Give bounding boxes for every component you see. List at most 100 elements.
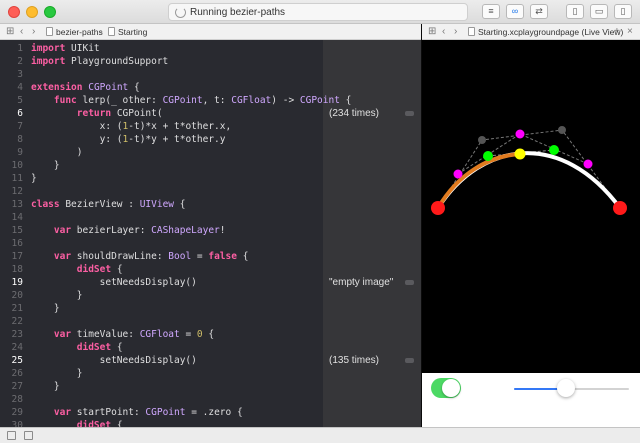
line-number: 6	[17, 108, 23, 119]
editor-standard-button[interactable]: ≡	[482, 4, 500, 19]
control-polygon-line	[437, 129, 621, 209]
bezier-progress-curve	[436, 152, 521, 210]
console-icon[interactable]	[24, 431, 33, 440]
code-text[interactable]: )	[31, 146, 83, 159]
live-view-file-icon	[468, 27, 475, 36]
zoom-window-button[interactable]	[44, 6, 56, 18]
line-number: 12	[11, 186, 23, 197]
code-text[interactable]: }	[31, 380, 60, 393]
code-text[interactable]: class BezierView : UIView {	[31, 198, 185, 211]
code-line: 6 return CGPoint( (234 times)	[0, 107, 421, 120]
line-number: 14	[11, 212, 23, 223]
line-number: 11	[11, 173, 23, 184]
code-text[interactable]: extension CGPoint {	[31, 81, 140, 94]
code-line: 16	[0, 237, 421, 250]
lerp-point-e	[549, 145, 559, 155]
editor-assistant-button[interactable]: ∞	[506, 4, 524, 19]
line-number: 15	[11, 225, 23, 236]
code-line: 9 )	[0, 146, 421, 159]
live-view-controls	[422, 373, 640, 427]
line-number: 26	[11, 368, 23, 379]
quick-look-icon[interactable]	[405, 280, 414, 285]
line-number: 18	[11, 264, 23, 275]
assistant-jumpbar: ⊞ ‹ › Starting.xcplaygroundpage (Live Vi…	[422, 24, 640, 40]
code-text[interactable]: didSet {	[31, 263, 123, 276]
code-text[interactable]: x: (1-t)*x + t*other.x,	[31, 120, 232, 133]
assistant-related-items-icon[interactable]: ⊞	[428, 26, 436, 37]
code-text[interactable]: var timeValue: CGFloat = 0 {	[31, 328, 214, 341]
code-line: 10 }	[0, 159, 421, 172]
code-line: 25 setNeedsDisplay() (135 times)	[0, 354, 421, 367]
quick-look-icon[interactable]	[405, 358, 414, 363]
line-number: 29	[11, 407, 23, 418]
code-text[interactable]: var startPoint: CGPoint = .zero {	[31, 406, 243, 419]
live-view-breadcrumb[interactable]: Starting.xcplaygroundpage (Live View)	[468, 27, 623, 37]
code-line: 12	[0, 185, 421, 198]
code-text[interactable]: func lerp(_ other: CGPoint, t: CGFloat) …	[31, 94, 352, 107]
hide-debug-area-icon[interactable]	[7, 431, 16, 440]
line-number: 7	[17, 121, 23, 132]
breadcrumb-page[interactable]: Starting	[108, 27, 147, 37]
toggle-navigator-button[interactable]: ▯	[566, 4, 584, 19]
start-point[interactable]	[431, 201, 445, 215]
back-arrow-icon[interactable]: ‹	[20, 26, 23, 37]
code-text[interactable]: }	[31, 159, 60, 172]
code-text[interactable]: setNeedsDisplay()	[31, 354, 197, 367]
code-line: 29 var startPoint: CGPoint = .zero {	[0, 406, 421, 419]
code-line: 18 didSet {	[0, 263, 421, 276]
control-point-1[interactable]	[478, 136, 486, 144]
code-text[interactable]: var bezierLayer: CAShapeLayer!	[31, 224, 226, 237]
toggle-utilities-button[interactable]: ▯	[614, 4, 632, 19]
control-polygon	[437, 129, 621, 209]
bezier-canvas	[431, 126, 627, 215]
bezier-curve	[436, 151, 622, 210]
code-line: 5 func lerp(_ other: CGPoint, t: CGFloat…	[0, 94, 421, 107]
code-line: 1 import UIKit	[0, 42, 421, 55]
code-line: 24 didSet {	[0, 341, 421, 354]
line-number: 20	[11, 290, 23, 301]
code-text[interactable]: didSet {	[31, 341, 123, 354]
code-text[interactable]: import UIKit	[31, 42, 100, 55]
toggle-knob	[442, 379, 460, 397]
code-line: 23 var timeValue: CGFloat = 0 {	[0, 328, 421, 341]
forward-arrow-icon[interactable]: ›	[32, 26, 35, 37]
code-line: 13 class BezierView : UIView {	[0, 198, 421, 211]
close-editor-icon[interactable]: ×	[627, 26, 633, 37]
control-point-2[interactable]	[558, 126, 566, 134]
debug-bar	[0, 427, 640, 443]
code-text[interactable]: didSet {	[31, 419, 123, 427]
minimize-window-button[interactable]	[26, 6, 38, 18]
draw-line-toggle[interactable]	[431, 378, 461, 398]
time-slider-thumb[interactable]	[556, 379, 575, 397]
code-text[interactable]: }	[31, 302, 60, 315]
close-window-button[interactable]	[8, 6, 20, 18]
line-number: 25	[11, 355, 23, 366]
code-editor[interactable]: 1 import UIKit 2 import PlaygroundSupport 3 4…	[0, 40, 421, 427]
assistant-forward-arrow-icon[interactable]: ›	[454, 26, 457, 37]
code-line: 30 didSet {	[0, 419, 421, 427]
related-items-icon[interactable]: ⊞	[6, 26, 14, 37]
inline-result[interactable]: "empty image"	[329, 276, 393, 289]
code-text[interactable]: }	[31, 289, 83, 302]
code-text[interactable]: setNeedsDisplay()	[31, 276, 197, 289]
quick-look-icon[interactable]	[405, 111, 414, 116]
toggle-debug-area-button[interactable]: ▭	[590, 4, 608, 19]
assistant-back-arrow-icon[interactable]: ‹	[442, 26, 445, 37]
window-titlebar: Running bezier-paths ≡ ∞ ⇄ ▯ ▭ ▯	[0, 0, 640, 24]
curve-point	[514, 148, 526, 160]
code-text[interactable]: }	[31, 367, 83, 380]
add-editor-icon[interactable]: +	[614, 26, 620, 37]
code-text[interactable]: var shouldDrawLine: Bool = false {	[31, 250, 249, 263]
page-file-icon	[108, 27, 115, 36]
code-text[interactable]: import PlaygroundSupport	[31, 55, 168, 68]
code-text[interactable]: y: (1-t)*y + t*other.y	[31, 133, 226, 146]
activity-status: Running bezier-paths	[168, 3, 468, 21]
code-text[interactable]: }	[31, 172, 37, 185]
inline-result[interactable]: (234 times)	[329, 107, 379, 120]
breadcrumb-project[interactable]: bezier-paths	[46, 27, 103, 37]
end-point[interactable]	[613, 201, 627, 215]
editor-version-button[interactable]: ⇄	[530, 4, 548, 19]
inline-result[interactable]: (135 times)	[329, 354, 379, 367]
line-number: 22	[11, 316, 23, 327]
code-text[interactable]: return CGPoint(	[31, 107, 163, 120]
